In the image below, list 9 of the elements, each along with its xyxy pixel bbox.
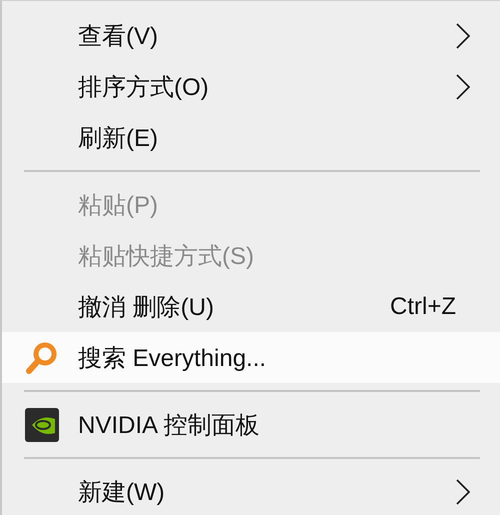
- eye-logo-icon: [25, 408, 59, 442]
- menu-item[interactable]: 撤消 删除(U) Ctrl+Z: [2, 281, 500, 332]
- menu-item[interactable]: 排序方式(O): [2, 61, 500, 112]
- menu-item[interactable]: 查看(V): [2, 10, 500, 61]
- menu-item[interactable]: 新建(W): [2, 466, 500, 515]
- menu-item[interactable]: 搜索 Everything...: [2, 332, 500, 383]
- menu-item[interactable]: 刷新(E): [2, 112, 500, 163]
- magnifier-icon: [25, 340, 59, 374]
- menu-item[interactable]: NVIDIA 控制面板: [2, 399, 500, 450]
